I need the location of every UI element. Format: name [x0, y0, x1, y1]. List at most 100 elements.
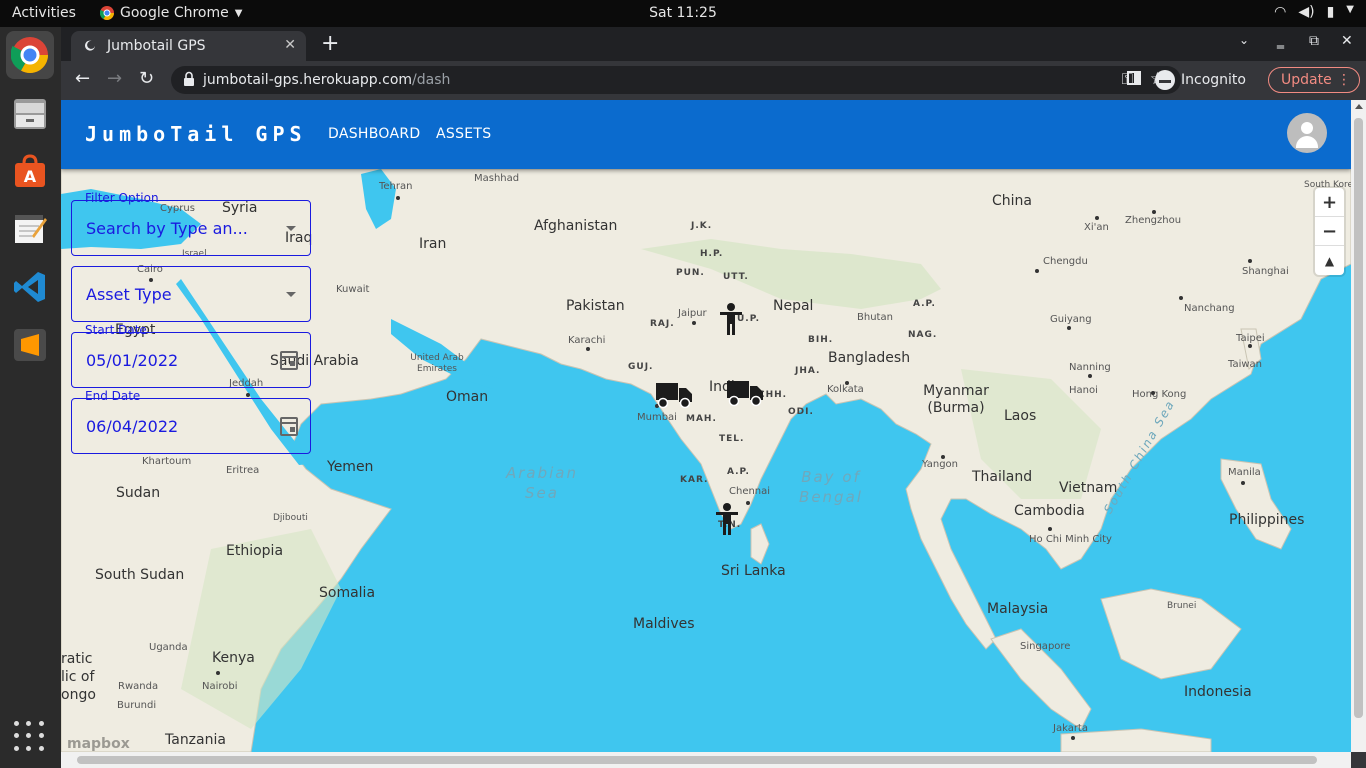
update-button[interactable]: Update ⋮ — [1268, 67, 1360, 93]
dock-software[interactable]: A — [6, 147, 54, 195]
system-top-bar: Activities Google Chrome ▼ Sat 11:25 ◠ ◀… — [0, 0, 1366, 27]
close-window-icon[interactable]: ✕ — [1341, 33, 1353, 49]
map-label: Singapore — [1020, 641, 1071, 652]
map-label: Nanning — [1069, 362, 1111, 373]
horizontal-scrollbar[interactable] — [61, 752, 1351, 768]
kebab-menu-icon: ⋮ — [1337, 72, 1351, 88]
map-label: BIH. — [808, 335, 834, 345]
map-label: Yemen — [327, 459, 374, 475]
lock-icon — [184, 71, 194, 86]
end-date-field[interactable]: End Date 06/04/2022 — [71, 389, 311, 454]
map[interactable]: Tehran Mashhad Afghanistan China Xi'an Z… — [61, 169, 1351, 752]
map-label: Mumbai — [637, 412, 677, 423]
dock-files[interactable] — [6, 89, 54, 137]
person-icon[interactable] — [718, 302, 744, 336]
maximize-icon[interactable]: ⧉ — [1309, 33, 1319, 49]
chevron-down-icon: ▼ — [1346, 4, 1354, 15]
map-label: KAR. — [680, 475, 709, 485]
asset-type-select[interactable]: Asset Type — [71, 266, 311, 322]
map-label: Eritrea — [226, 465, 260, 476]
map-label: Afghanistan — [534, 218, 618, 234]
close-tab-icon[interactable]: ✕ — [284, 37, 296, 53]
compass-reset-button[interactable]: ▲ — [1315, 246, 1344, 275]
map-label: Kuwait — [336, 284, 370, 295]
map-label: Jaipur — [678, 308, 707, 319]
map-label: Cambodia — [1014, 503, 1085, 519]
calendar-icon[interactable] — [280, 351, 298, 370]
map-label: Arabian Sea — [505, 464, 578, 502]
dock-text-editor[interactable] — [6, 204, 54, 252]
system-tray[interactable]: ◠ ◀) ▮ ▼ — [1274, 4, 1354, 20]
update-label: Update — [1281, 72, 1332, 88]
person-icon[interactable] — [714, 502, 740, 536]
dock-sublime[interactable] — [6, 321, 54, 369]
notepad-icon — [15, 215, 47, 243]
truck-icon[interactable] — [726, 379, 764, 407]
person-icon — [1301, 122, 1313, 134]
truck-icon[interactable] — [655, 381, 693, 409]
map-label: Yangon — [922, 459, 959, 470]
map-label: Oman — [446, 389, 489, 405]
map-label: Bay of Bengal — [799, 468, 863, 506]
zoom-out-button[interactable]: − — [1315, 217, 1344, 246]
chrome-icon — [11, 37, 49, 74]
dock-vscode[interactable] — [6, 263, 54, 311]
map-label: Chennai — [729, 486, 771, 497]
favicon-icon — [83, 39, 97, 53]
dock-chrome[interactable] — [6, 31, 54, 79]
map-label: PUN. — [676, 268, 705, 278]
zoom-in-button[interactable]: + — [1315, 188, 1344, 217]
start-date-value: 05/01/2022 — [86, 351, 179, 370]
map-label: Bhutan — [857, 312, 893, 323]
filter-option-select[interactable]: Filter Option Search by Type an... — [71, 191, 311, 256]
map-label: Bangladesh — [828, 350, 911, 366]
map-label: Mashhad — [474, 173, 520, 184]
map-label: China — [992, 193, 1032, 209]
minimize-icon[interactable]: ‗ — [1277, 33, 1284, 49]
tab-jumbotail[interactable]: Jumbotail GPS ✕ — [71, 31, 306, 61]
incognito-indicator[interactable]: Incognito — [1155, 70, 1246, 90]
new-tab-button[interactable]: + — [321, 31, 339, 56]
browser-toolbar: ← → ↻ jumbotail-gps.herokuapp.com/dash ⚿… — [61, 61, 1366, 99]
map-label: lic of — [61, 669, 95, 685]
map-label: South Sudan — [95, 567, 185, 583]
start-date-label: Start Date — [85, 323, 147, 337]
wifi-icon: ◠ — [1274, 4, 1287, 20]
reload-icon[interactable]: ↻ — [139, 70, 154, 88]
side-panel-icon[interactable] — [1127, 71, 1141, 85]
map-label: A.P. — [727, 467, 750, 477]
asset-type-value: Asset Type — [86, 285, 172, 304]
clock[interactable]: Sat 11:25 — [0, 5, 1366, 21]
brand-title[interactable]: JumboTail GPS — [85, 122, 307, 146]
start-date-field[interactable]: Start Date 05/01/2022 — [71, 323, 311, 388]
map-label: Guiyang — [1050, 314, 1092, 325]
map-label: Nanchang — [1184, 303, 1235, 314]
map-label: ODI. — [788, 407, 814, 417]
map-label: Tehran — [379, 181, 413, 192]
vertical-scrollbar[interactable] — [1351, 100, 1366, 752]
url-path: /dash — [412, 72, 451, 88]
map-label: Sri Lanka — [721, 563, 786, 579]
address-bar[interactable]: jumbotail-gps.herokuapp.com/dash ⚿ ☆ — [171, 66, 1181, 94]
show-applications-button[interactable] — [14, 721, 46, 753]
forward-arrow-icon[interactable]: → — [107, 70, 122, 88]
tab-search-icon[interactable]: ⌄ — [1239, 33, 1249, 47]
url-host: jumbotail-gps.herokuapp.com — [203, 72, 413, 88]
map-label: Taipei — [1236, 333, 1265, 344]
user-avatar-button[interactable] — [1287, 113, 1327, 153]
map-label: Nepal — [773, 298, 814, 314]
filter-option-label: Filter Option — [85, 191, 159, 205]
back-arrow-icon[interactable]: ← — [75, 70, 90, 88]
nav-dashboard[interactable]: DASHBOARD — [328, 126, 420, 142]
map-label: Laos — [1004, 408, 1037, 424]
nav-assets[interactable]: ASSETS — [436, 126, 491, 142]
map-label: Thailand — [972, 469, 1033, 485]
calendar-icon[interactable] — [280, 417, 298, 436]
map-label: Jakarta — [1053, 723, 1088, 734]
incognito-icon — [1155, 70, 1175, 90]
mapbox-logo[interactable]: mapbox — [67, 736, 130, 752]
map-label: Pakistan — [566, 298, 625, 314]
map-label: GUJ. — [628, 362, 654, 372]
volume-icon: ◀) — [1298, 4, 1315, 20]
map-label: Brunei — [1167, 601, 1197, 611]
